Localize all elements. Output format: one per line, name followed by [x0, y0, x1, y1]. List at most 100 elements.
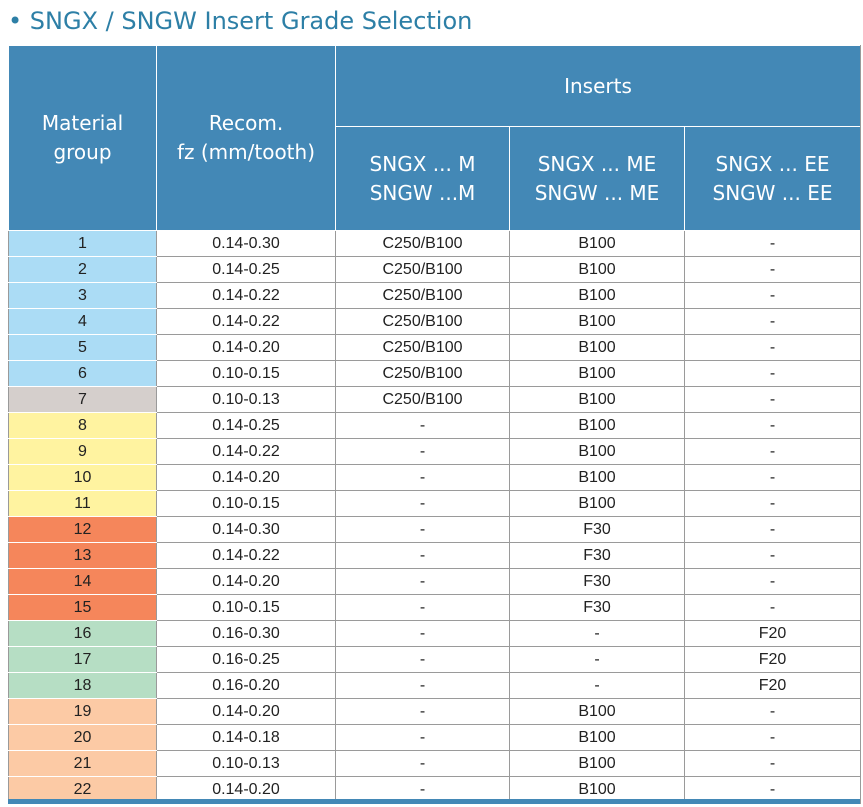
- material-group-cell: 21: [8, 750, 157, 777]
- insert-me-cell: F30: [509, 568, 685, 595]
- material-group-cell: 6: [8, 360, 157, 387]
- table-row: 17 0.16-0.25- - F20: [8, 646, 862, 673]
- fz-cell: 0.16-0.30: [156, 620, 336, 647]
- material-group-cell: 1: [8, 230, 157, 257]
- material-group-cell: 9: [8, 438, 157, 465]
- insert-ee-cell: -: [683, 256, 862, 283]
- page-title: • SNGX / SNGW Insert Grade Selection: [8, 7, 473, 35]
- fz-cell: 0.14-0.25: [156, 256, 336, 283]
- material-group-cell: 19: [8, 698, 157, 725]
- table-row: 1 0.14-0.30 C250/B100 B100-: [8, 230, 862, 257]
- insert-me-cell: B100: [509, 282, 685, 309]
- material-group-cell: 17: [8, 646, 157, 673]
- table-row: 6 0.10-0.15 C250/B100 B100-: [8, 360, 862, 387]
- insert-me-cell: B100: [509, 308, 685, 335]
- material-group-cell: 4: [8, 308, 157, 335]
- insert-me-cell: B100: [509, 724, 685, 751]
- insert-me-cell: -: [509, 672, 685, 699]
- insert-me-cell: F30: [509, 594, 685, 621]
- table-row: 11 0.10-0.15- B100-: [8, 490, 862, 517]
- insert-ee-cell: -: [683, 360, 862, 387]
- insert-ee-cell: -: [683, 464, 862, 491]
- fz-cell: 0.10-0.13: [156, 750, 336, 777]
- header-insert-ee-line2: SNGW ... EE: [712, 180, 833, 205]
- fz-cell: 0.16-0.25: [156, 646, 336, 673]
- insert-ee-cell: F20: [683, 646, 862, 673]
- insert-me-cell: B100: [509, 360, 685, 387]
- insert-m-cell: -: [335, 412, 510, 439]
- insert-ee-cell: -: [683, 438, 862, 465]
- header-material-group: Material group: [8, 45, 157, 231]
- header-insert-me-line1: SNGX ... ME: [537, 151, 657, 176]
- material-group-cell: 5: [8, 334, 157, 361]
- insert-me-cell: B100: [509, 698, 685, 725]
- insert-m-cell: -: [335, 672, 510, 699]
- fz-cell: 0.14-0.30: [156, 516, 336, 543]
- insert-ee-cell: -: [683, 230, 862, 257]
- insert-m-cell: -: [335, 750, 510, 777]
- header-insert-me: SNGX ... ME SNGW ... ME: [509, 126, 685, 231]
- table-row: 20 0.14-0.18- B100-: [8, 724, 862, 751]
- material-group-cell: 3: [8, 282, 157, 309]
- insert-me-cell: B100: [509, 464, 685, 491]
- table-row: 13 0.14-0.22- F30-: [8, 542, 862, 569]
- insert-ee-cell: -: [683, 308, 862, 335]
- fz-cell: 0.14-0.22: [156, 308, 336, 335]
- material-group-cell: 13: [8, 542, 157, 569]
- table-row: 16 0.16-0.30- - F20: [8, 620, 862, 647]
- insert-grade-table: Material group Recom. fz (mm/tooth) Inse…: [8, 45, 862, 803]
- header-material-group-line1: Material: [41, 111, 124, 135]
- material-group-cell: 14: [8, 568, 157, 595]
- header-insert-me-line2: SNGW ... ME: [534, 180, 660, 205]
- insert-m-cell: -: [335, 724, 510, 751]
- table-body: 1 0.14-0.30 C250/B100 B100-2 0.14-0.25 C250/B…: [8, 230, 862, 803]
- insert-ee-cell: -: [683, 516, 862, 543]
- insert-ee-cell: -: [683, 594, 862, 621]
- fz-cell: 0.14-0.22: [156, 438, 336, 465]
- insert-me-cell: B100: [509, 256, 685, 283]
- header-recom-fz-line1: Recom.: [208, 111, 284, 135]
- insert-m-cell: C250/B100: [335, 360, 510, 387]
- header-recom-fz: Recom. fz (mm/tooth): [156, 45, 336, 231]
- fz-cell: 0.14-0.20: [156, 334, 336, 361]
- insert-m-cell: -: [335, 646, 510, 673]
- insert-ee-cell: -: [683, 282, 862, 309]
- insert-m-cell: -: [335, 438, 510, 465]
- fz-cell: 0.14-0.18: [156, 724, 336, 751]
- fz-cell: 0.14-0.22: [156, 542, 336, 569]
- header-insert-m: SNGX ... M SNGW ...M: [335, 126, 510, 231]
- insert-me-cell: B100: [509, 412, 685, 439]
- fz-cell: 0.10-0.13: [156, 386, 336, 413]
- table-row: 10 0.14-0.20- B100-: [8, 464, 862, 491]
- fz-cell: 0.10-0.15: [156, 360, 336, 387]
- fz-cell: 0.10-0.15: [156, 594, 336, 621]
- insert-m-cell: -: [335, 516, 510, 543]
- table-header: Material group Recom. fz (mm/tooth) Inse…: [8, 45, 862, 231]
- table-row: 2 0.14-0.25 C250/B100 B100-: [8, 256, 862, 283]
- table-row: 12 0.14-0.30- F30-: [8, 516, 862, 543]
- insert-me-cell: B100: [509, 438, 685, 465]
- insert-ee-cell: -: [683, 334, 862, 361]
- material-group-cell: 12: [8, 516, 157, 543]
- material-group-cell: 2: [8, 256, 157, 283]
- fz-cell: 0.10-0.15: [156, 490, 336, 517]
- fz-cell: 0.14-0.30: [156, 230, 336, 257]
- header-insert-m-line1: SNGX ... M: [369, 151, 476, 176]
- material-group-cell: 8: [8, 412, 157, 439]
- material-group-cell: 18: [8, 672, 157, 699]
- insert-m-cell: C250/B100: [335, 386, 510, 413]
- material-group-cell: 20: [8, 724, 157, 751]
- fz-cell: 0.14-0.20: [156, 698, 336, 725]
- insert-me-cell: -: [509, 646, 685, 673]
- insert-m-cell: C250/B100: [335, 334, 510, 361]
- insert-m-cell: C250/B100: [335, 282, 510, 309]
- material-group-cell: 11: [8, 490, 157, 517]
- table-row: 21 0.10-0.13- B100-: [8, 750, 862, 777]
- material-group-cell: 7: [8, 386, 157, 413]
- insert-me-cell: B100: [509, 490, 685, 517]
- table-row: 3 0.14-0.22 C250/B100 B100-: [8, 282, 862, 309]
- table-row: 19 0.14-0.20- B100-: [8, 698, 862, 725]
- insert-ee-cell: -: [683, 568, 862, 595]
- table-row: 9 0.14-0.22- B100-: [8, 438, 862, 465]
- table-row: 4 0.14-0.22 C250/B100 B100-: [8, 308, 862, 335]
